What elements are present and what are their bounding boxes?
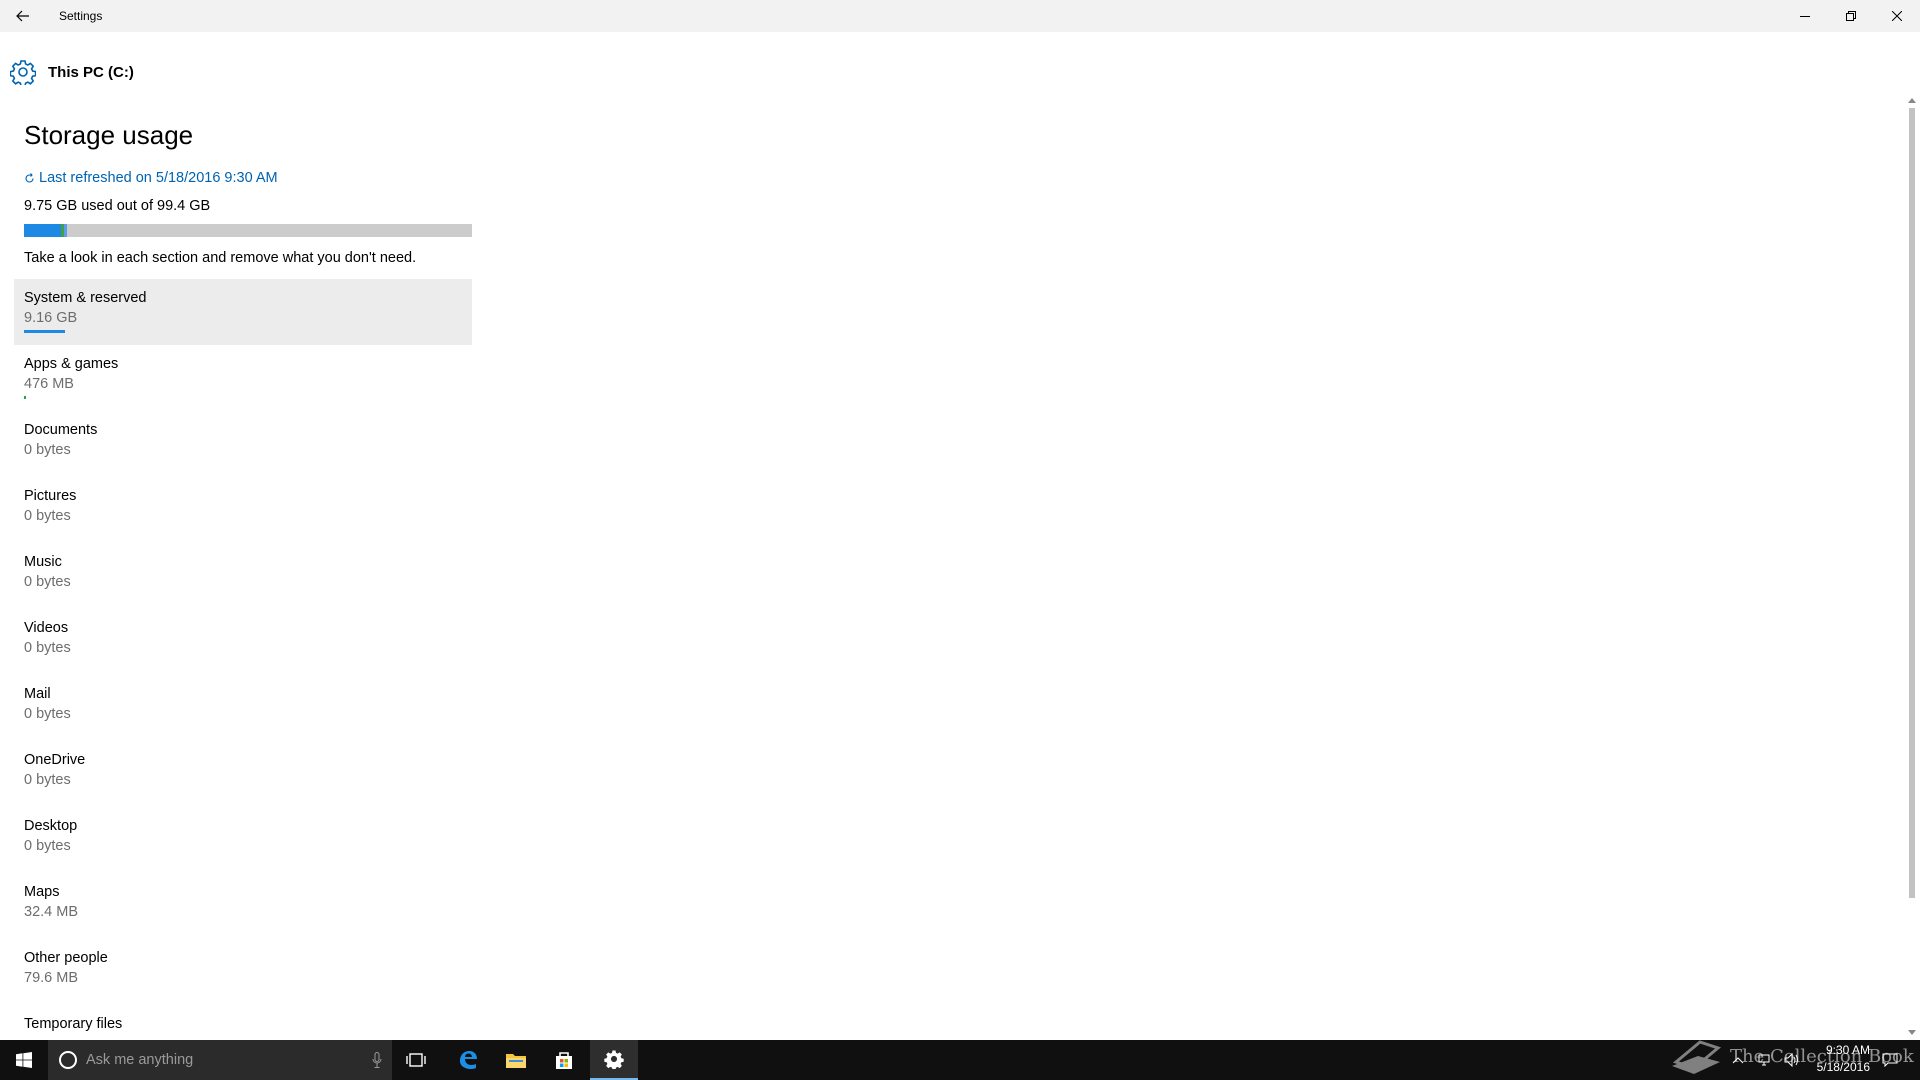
category-size: 0 bytes (24, 442, 71, 458)
page-header: This PC (C:) (10, 58, 134, 86)
edge-browser-button[interactable] (444, 1040, 492, 1080)
file-explorer-button[interactable] (492, 1040, 540, 1080)
category-item[interactable]: Videos 0 bytes (14, 609, 472, 675)
category-name: OneDrive (24, 752, 86, 768)
category-item[interactable]: Desktop 0 bytes (14, 807, 472, 873)
task-view-icon (406, 1053, 426, 1067)
category-usage-bar (24, 330, 65, 333)
usage-bar (24, 224, 472, 237)
microphone-icon[interactable] (372, 1052, 382, 1068)
cortana-icon (59, 1051, 77, 1069)
category-size: 0 bytes (24, 706, 71, 722)
back-button[interactable] (0, 0, 46, 32)
category-size: 476 MB (24, 376, 74, 392)
search-box[interactable]: Ask me anything (48, 1040, 392, 1080)
watermark-text: The Collection Book (1730, 1045, 1914, 1067)
storage-usage-section: Storage usage Last refreshed on 5/18/201… (24, 118, 478, 268)
taskbar: Ask me anything 9:30 AM 5/18/2016 (0, 1040, 1920, 1080)
category-item[interactable]: Maps 32.4 MB (14, 873, 472, 939)
category-size: 0 bytes (24, 838, 71, 854)
category-size: 79.6 MB (24, 970, 78, 986)
settings-app-button[interactable] (590, 1040, 638, 1080)
category-name: Documents (24, 422, 98, 438)
category-name: Maps (24, 884, 60, 900)
category-size: 0 bytes (24, 640, 71, 656)
category-item[interactable]: Pictures 0 bytes (14, 477, 472, 543)
category-item[interactable]: Mail 0 bytes (14, 675, 472, 741)
task-view-button[interactable] (392, 1040, 440, 1080)
folder-icon (506, 1054, 526, 1068)
page-title: This PC (C:) (48, 63, 134, 81)
category-size: 0 bytes (24, 508, 71, 524)
scroll-up-arrow[interactable] (1908, 96, 1916, 104)
refresh-link[interactable]: Last refreshed on 5/18/2016 9:30 AM (24, 168, 478, 188)
refresh-icon (25, 172, 34, 183)
category-item[interactable]: System & reserved 9.16 GB (14, 279, 472, 345)
book-logo-icon (1672, 1040, 1722, 1074)
scroll-thumb[interactable] (1909, 108, 1915, 898)
caret-up-icon (1908, 97, 1916, 103)
watermark: The Collection Book (1668, 1036, 1914, 1076)
minimize-button[interactable] (1782, 0, 1828, 32)
category-name: Music (24, 554, 62, 570)
minimize-icon (1800, 16, 1810, 17)
category-name: Apps & games (24, 356, 119, 372)
category-name: System & reserved (24, 290, 147, 306)
restore-button[interactable] (1828, 0, 1874, 32)
usage-bar-segment (24, 224, 61, 237)
back-arrow-icon (16, 10, 29, 22)
category-name: Videos (24, 620, 69, 636)
scrollbar[interactable] (1908, 96, 1916, 1036)
scroll-down-arrow[interactable] (1908, 1028, 1916, 1036)
category-name: Desktop (24, 818, 78, 834)
category-size: 32.4 MB (24, 904, 78, 920)
refresh-text: Last refreshed on 5/18/2016 9:30 AM (39, 170, 278, 186)
usage-bar-segment (64, 224, 67, 237)
usage-summary: 9.75 GB used out of 99.4 GB (24, 198, 211, 214)
restore-icon (1846, 11, 1856, 21)
gear-icon (10, 60, 36, 85)
category-list: System & reserved 9.16 GB Apps & games 476 … (14, 279, 472, 1071)
category-name: Pictures (24, 488, 77, 504)
category-usage-bar (24, 396, 26, 399)
category-item[interactable]: Music 0 bytes (14, 543, 472, 609)
window-title: Settings (59, 9, 103, 23)
close-button[interactable] (1874, 0, 1920, 32)
category-size: 9.16 GB (24, 310, 78, 326)
category-size: 0 bytes (24, 574, 71, 590)
category-item[interactable]: Apps & games 476 MB (14, 345, 472, 411)
category-item[interactable]: Documents 0 bytes (14, 411, 472, 477)
gear-icon (604, 1050, 624, 1069)
close-icon (1892, 11, 1902, 21)
store-bag-icon (556, 1052, 572, 1069)
category-item[interactable]: OneDrive 0 bytes (14, 741, 472, 807)
store-button[interactable] (540, 1040, 588, 1080)
search-placeholder: Ask me anything (86, 1052, 194, 1068)
title-bar: Settings (0, 0, 1920, 32)
edge-icon (460, 1051, 477, 1069)
category-name: Other people (24, 950, 108, 966)
caret-down-icon (1908, 1029, 1916, 1035)
start-button[interactable] (0, 1040, 48, 1080)
category-name: Mail (24, 686, 51, 702)
category-item[interactable]: Other people 79.6 MB (14, 939, 472, 1005)
category-name: Temporary files (24, 1016, 123, 1032)
hint-text: Take a look in each section and remove w… (24, 250, 417, 266)
category-size: 0 bytes (24, 772, 71, 788)
windows-logo-icon (16, 1052, 32, 1068)
section-title: Storage usage (24, 120, 194, 150)
